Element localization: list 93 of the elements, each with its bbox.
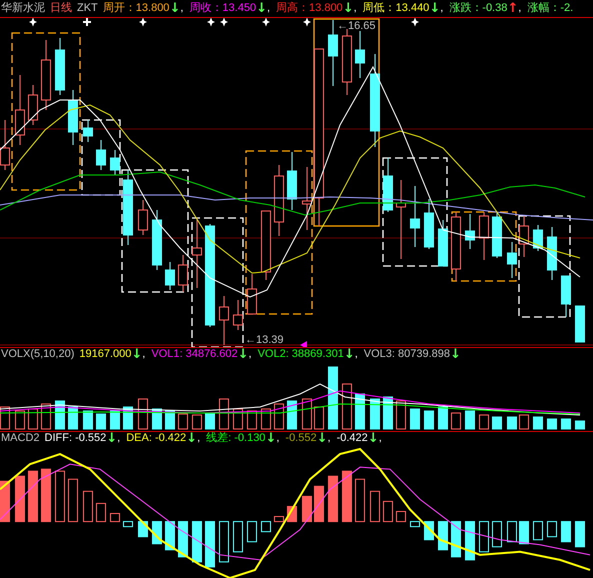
star-icon [411, 18, 419, 26]
trend-arrow: ↓ [106, 432, 118, 445]
candlestick [55, 38, 65, 96]
candlestick [15, 74, 25, 146]
candlestick [355, 30, 365, 78]
candlestick [424, 198, 434, 250]
legend-label: 19167.000 [79, 349, 132, 360]
candlestick [302, 166, 312, 230]
star-icon [29, 18, 37, 26]
candlestick [138, 200, 148, 236]
separator: , [117, 433, 120, 444]
legend-label: -0.552 [285, 433, 317, 444]
candlestick [507, 242, 517, 278]
legend-label: VOLX(5,10,20) [1, 349, 74, 360]
plus-icon [82, 18, 92, 27]
candlestick [519, 216, 529, 258]
legend-label: 周收：13.450 [189, 3, 256, 14]
price-label: ←16.65 [337, 20, 376, 32]
candlestick [28, 84, 38, 126]
legend-label: VOL3: 80739.898 [364, 349, 450, 360]
candlestick [83, 120, 93, 142]
trend-arrow: ↓ [429, 2, 440, 15]
candlestick [479, 212, 489, 260]
trend-arrow: ↓ [169, 2, 180, 15]
candlestick [96, 140, 106, 170]
candlestick [261, 210, 271, 280]
separator: , [354, 3, 357, 14]
separator: , [142, 349, 146, 360]
legend-label: VOL2: 38869.301 [258, 349, 344, 360]
separator: , [328, 433, 331, 444]
legend-label: DIFF: -0.552 [44, 433, 106, 444]
candlestick [328, 20, 338, 86]
legend-label: DEA: -0.422 [126, 433, 186, 444]
candlestick [41, 40, 51, 110]
trend-arrow: ↓ [256, 2, 267, 15]
separator: , [266, 3, 270, 14]
candlestick [233, 300, 243, 330]
candlestick [219, 296, 229, 346]
trend-arrow: ↓ [186, 432, 198, 445]
candlestick [342, 28, 352, 96]
legend-label: 日线 [50, 3, 72, 14]
candlestick [274, 164, 284, 236]
triangle-icon [300, 341, 307, 347]
candlestick [152, 210, 162, 270]
legend-label: MACD2 [1, 433, 40, 444]
legend-label: VOL1: 34876.602 [151, 349, 238, 360]
candlestick [165, 262, 175, 290]
candlestick [533, 224, 543, 252]
separator: , [440, 3, 444, 14]
separator: , [518, 3, 522, 14]
candlestick [410, 186, 420, 248]
separator: , [378, 433, 382, 444]
candlestick [492, 212, 502, 258]
price-label: ←13.39 [245, 334, 284, 346]
trend-arrow: ↓ [238, 348, 248, 361]
trend-arrow: ↓ [368, 432, 379, 445]
star-icon [262, 18, 270, 26]
trend-arrow: ↓ [265, 432, 276, 445]
trend-arrow: ↓ [131, 348, 142, 361]
candlestick [192, 218, 202, 288]
candlestick [465, 214, 475, 250]
separator: , [276, 433, 280, 444]
candlestick [575, 306, 585, 342]
legend-label: 周开：13.800 [102, 3, 170, 14]
legend-label: 周高：13.800 [276, 3, 343, 14]
trend-arrow: ↓ [344, 348, 355, 361]
candlestick [451, 212, 461, 282]
candlestick [68, 90, 78, 146]
candlestick [178, 254, 188, 292]
legend-label: 华新水泥 [1, 3, 45, 14]
legend-label: 周低：13.440 [362, 3, 430, 14]
trend-arrow: ↓ [342, 2, 354, 15]
legend-label: 涨幅：-2. [527, 3, 574, 14]
candlestick [438, 220, 448, 266]
legend-label: -0.422 [336, 433, 368, 444]
legend-label: ZKT [77, 3, 98, 14]
trend-arrow: ↑ [507, 2, 518, 15]
legend-label: 线差: -0.130 [206, 433, 266, 444]
star-icon [139, 18, 147, 26]
candlestick [287, 152, 297, 210]
separator: , [180, 3, 184, 14]
candlestick [383, 158, 393, 212]
separator: , [197, 433, 200, 444]
legend-label: 涨跌：-0.38 [449, 3, 508, 14]
candlestick [561, 276, 571, 318]
candlestick [547, 226, 557, 280]
separator: , [248, 349, 252, 360]
trend-arrow: ↓ [450, 348, 461, 361]
candlestick [110, 150, 120, 176]
trend-arrow: ↓ [316, 432, 328, 445]
candlestick [247, 274, 257, 314]
separator: , [354, 349, 358, 360]
star-icon [303, 18, 311, 26]
